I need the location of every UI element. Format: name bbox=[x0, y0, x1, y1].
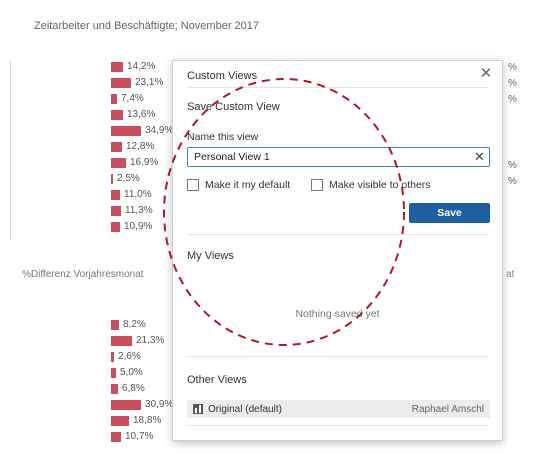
bar-row[interactable]: 14,2% bbox=[111, 60, 155, 73]
bar-row[interactable]: 10,7% bbox=[111, 430, 153, 443]
bar[interactable] bbox=[111, 335, 132, 346]
bar-row[interactable]: 21,3% bbox=[111, 334, 164, 347]
bar-row[interactable]: 10,9% bbox=[111, 220, 152, 233]
bar-value-label: 30,9% bbox=[145, 399, 174, 410]
bar-value-label: 11,0% bbox=[124, 189, 152, 200]
custom-views-dialog: Custom Views ✕ Save Custom View Name thi… bbox=[172, 60, 503, 441]
bar-row[interactable]: 30,9% bbox=[111, 398, 173, 411]
bar[interactable] bbox=[111, 415, 129, 426]
bar-value-label: 6,8% bbox=[122, 383, 145, 394]
right-edge-label: % bbox=[508, 160, 517, 171]
view-owner: Raphael Amschl bbox=[411, 403, 484, 415]
bar[interactable] bbox=[111, 125, 141, 136]
bar-value-label: 10,9% bbox=[124, 221, 153, 232]
bar[interactable] bbox=[111, 367, 116, 378]
bar-value-label: 5,0% bbox=[120, 367, 143, 378]
visible-checkbox[interactable] bbox=[311, 179, 323, 191]
right-edge-label: % bbox=[508, 62, 517, 73]
dashboard-title: Zeitarbeiter und Beschäftigte; November … bbox=[34, 20, 260, 32]
clear-icon[interactable]: ✕ bbox=[474, 149, 485, 165]
name-view-label: Name this view bbox=[187, 131, 259, 143]
bar[interactable] bbox=[111, 173, 113, 184]
bar-value-label: 16,9% bbox=[130, 157, 159, 168]
close-icon[interactable]: ✕ bbox=[478, 66, 494, 82]
right-edge-hint: at bbox=[506, 269, 515, 280]
bar[interactable] bbox=[111, 431, 121, 442]
bar-value-label: 2,5% bbox=[117, 173, 140, 184]
save-button[interactable]: Save bbox=[409, 203, 490, 223]
bar-row[interactable]: 34,9% bbox=[111, 124, 173, 137]
bar-row[interactable]: 8,2% bbox=[111, 318, 146, 331]
bar-row[interactable]: 6,8% bbox=[111, 382, 145, 395]
divider bbox=[187, 87, 488, 88]
bar-row[interactable]: 2,5% bbox=[111, 172, 140, 185]
bar-row[interactable]: 13,6% bbox=[111, 108, 155, 121]
save-custom-view-heading: Save Custom View bbox=[187, 101, 280, 113]
bar-value-label: 14,2% bbox=[127, 61, 156, 72]
bar[interactable] bbox=[111, 157, 126, 168]
visible-checkbox-row[interactable]: Make visible to others bbox=[311, 179, 431, 191]
bar-row[interactable]: 2,6% bbox=[111, 350, 141, 363]
bar-row[interactable]: 16,9% bbox=[111, 156, 158, 169]
bar[interactable] bbox=[111, 221, 120, 232]
view-name: Original (default) bbox=[208, 403, 282, 415]
visible-checkbox-label: Make visible to others bbox=[329, 179, 431, 191]
right-edge-label: % bbox=[508, 78, 517, 89]
bar[interactable] bbox=[111, 319, 119, 330]
other-views-heading: Other Views bbox=[187, 374, 247, 386]
bar-value-label: 2,6% bbox=[118, 351, 141, 362]
bar-row[interactable]: 23,1% bbox=[111, 76, 163, 89]
divider bbox=[187, 356, 488, 357]
other-view-item[interactable]: Original (default) Raphael Amschl bbox=[187, 400, 490, 418]
bar[interactable] bbox=[111, 61, 123, 72]
default-checkbox-row[interactable]: Make it my default bbox=[187, 179, 290, 191]
bar-value-label: 18,8% bbox=[133, 415, 162, 426]
bar-row[interactable]: 7,4% bbox=[111, 92, 144, 105]
bar-row[interactable]: 11,3% bbox=[111, 204, 153, 217]
my-views-heading: My Views bbox=[187, 250, 234, 262]
bar[interactable] bbox=[111, 205, 121, 216]
bar[interactable] bbox=[111, 383, 118, 394]
divider bbox=[187, 234, 488, 235]
divider-left bbox=[10, 60, 11, 240]
divider bbox=[187, 425, 488, 426]
bar-value-label: 23,1% bbox=[135, 77, 164, 88]
bar-row[interactable]: 5,0% bbox=[111, 366, 143, 379]
bar-value-label: 34,9% bbox=[145, 125, 174, 136]
bar-row[interactable]: 11,0% bbox=[111, 188, 152, 201]
view-name-input[interactable] bbox=[187, 147, 490, 167]
bar-value-label: 21,3% bbox=[136, 335, 165, 346]
bar[interactable] bbox=[111, 189, 120, 200]
dialog-title: Custom Views bbox=[187, 70, 258, 82]
bar-value-label: 13,6% bbox=[127, 109, 156, 120]
bar-value-label: 8,2% bbox=[123, 319, 146, 330]
bar[interactable] bbox=[111, 93, 117, 104]
view-icon bbox=[193, 404, 203, 414]
default-checkbox-label: Make it my default bbox=[205, 179, 291, 191]
bar-value-label: 12,8% bbox=[126, 141, 155, 152]
right-edge-label: % bbox=[508, 176, 517, 187]
bar-value-label: 11,3% bbox=[125, 205, 153, 216]
default-checkbox[interactable] bbox=[187, 179, 199, 191]
bar-row[interactable]: 18,8% bbox=[111, 414, 161, 427]
bar-row[interactable]: 12,8% bbox=[111, 140, 154, 153]
bar-value-label: 10,7% bbox=[125, 431, 154, 442]
bar[interactable] bbox=[111, 109, 123, 120]
bar[interactable] bbox=[111, 351, 114, 362]
bar[interactable] bbox=[111, 77, 131, 88]
right-edge-label: % bbox=[508, 94, 517, 105]
bar-value-label: 7,4% bbox=[121, 93, 144, 104]
bar[interactable] bbox=[111, 141, 122, 152]
bar[interactable] bbox=[111, 399, 141, 410]
empty-views-message: Nothing saved yet bbox=[295, 308, 380, 320]
section-label-diff: %Differenz Vorjahresmonat bbox=[22, 269, 144, 280]
